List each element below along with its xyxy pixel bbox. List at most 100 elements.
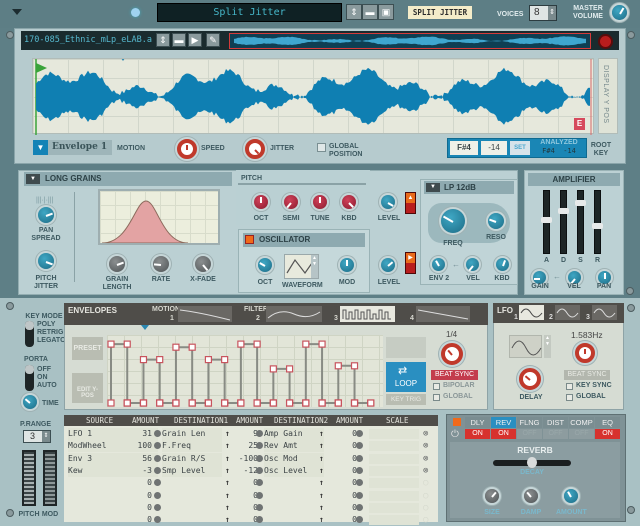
pitch-level-knob[interactable]	[381, 195, 395, 209]
envelope-node[interactable]	[188, 343, 196, 351]
x-fade-knob[interactable]	[195, 256, 211, 272]
amp-s-slider[interactable]	[575, 190, 586, 254]
scale-arrow-icon[interactable]: ↑	[319, 477, 324, 489]
envelope-node[interactable]	[237, 340, 245, 348]
amount-knob-icon[interactable]	[356, 503, 363, 511]
amount-knob-icon[interactable]	[154, 442, 161, 450]
sample-filename[interactable]: 170-085_Ethnic_mLp_eLAB.a	[24, 33, 154, 48]
amount-knob-icon[interactable]	[256, 479, 263, 487]
amount-knob-icon[interactable]	[154, 516, 161, 524]
fx-tab-dly[interactable]: DLY	[465, 417, 490, 428]
amount-knob-icon[interactable]	[154, 503, 161, 511]
amount-knob-icon[interactable]	[154, 491, 161, 499]
scale-field[interactable]	[369, 441, 419, 452]
env-edit-ypos-button[interactable]: EDIT Y-POS	[72, 373, 103, 403]
voices-spinner[interactable]: 8 ⇕	[529, 5, 557, 21]
reverb-amount-knob[interactable]	[564, 489, 578, 503]
amount-knob-icon[interactable]	[256, 454, 263, 462]
scale-arrow-icon[interactable]: ↑	[319, 514, 324, 526]
envelope-node[interactable]	[172, 343, 180, 351]
destination1-field[interactable]: Grain Len	[162, 428, 222, 440]
lfo-rate-knob[interactable]	[575, 343, 595, 363]
voices-stepper-icon[interactable]: ⇕	[548, 6, 556, 20]
waveform-stepper-icon[interactable]: ▲ ▼	[311, 255, 318, 278]
amount2-field[interactable]: 0	[234, 514, 258, 526]
key-mode-switch[interactable]	[25, 321, 34, 347]
envelope-node[interactable]	[285, 365, 294, 373]
filter-kbd-knob[interactable]	[496, 258, 509, 271]
fx-eq-toggle[interactable]: ON	[595, 429, 620, 439]
key-mode-legato[interactable]: LEGATO	[37, 337, 66, 345]
envelope-node[interactable]	[188, 399, 196, 407]
scale-arrow-icon[interactable]: ↑	[319, 453, 324, 465]
waveform-display[interactable]: ▲ ▼	[284, 254, 319, 279]
envelope-node[interactable]	[367, 399, 375, 407]
amount1-field[interactable]: 0	[128, 477, 152, 489]
env-preset-lock-button[interactable]	[386, 337, 426, 358]
envelope-node[interactable]	[204, 356, 213, 364]
speed-knob[interactable]	[177, 139, 197, 159]
amount3-field[interactable]: 0	[333, 428, 357, 440]
amount1-field[interactable]: 0	[128, 490, 152, 502]
fx-tab-comp[interactable]: COMP	[569, 417, 594, 428]
oct-knob[interactable]	[254, 195, 268, 209]
save-patch-button[interactable]: ▣	[378, 4, 394, 20]
amount-knob-icon[interactable]	[356, 491, 363, 499]
amount2-field[interactable]: 9	[234, 428, 258, 440]
clear-row-icon[interactable]: ⊗	[423, 453, 428, 465]
grain-length-knob[interactable]	[109, 256, 125, 272]
amount-knob-icon[interactable]	[356, 454, 363, 462]
slider-thumb[interactable]	[558, 208, 569, 215]
fx-tab-dist[interactable]: DIST	[543, 417, 568, 428]
envelope-node[interactable]	[172, 399, 180, 407]
scale-arrow-icon[interactable]: ↑	[225, 502, 230, 514]
pitch-range-stepper-icon[interactable]: ⇕	[42, 431, 50, 442]
amp-r-slider[interactable]	[592, 190, 603, 254]
lfo-key-sync-checkbox[interactable]	[566, 383, 573, 390]
freq-knob[interactable]	[441, 209, 465, 233]
scale-arrow-icon[interactable]: ↑	[319, 440, 324, 452]
amount3-field[interactable]: 0	[333, 440, 357, 452]
amount-knob-icon[interactable]	[356, 466, 363, 474]
browse-patch-button[interactable]: ▬	[362, 4, 378, 20]
scale-arrow-icon[interactable]: ↑	[225, 428, 230, 440]
kbd-knob[interactable]	[342, 195, 356, 209]
env-rate-knob[interactable]	[441, 343, 463, 365]
envelope-node[interactable]	[253, 399, 261, 407]
lfo-global-checkbox[interactable]	[566, 394, 573, 401]
amount3-field[interactable]: 0	[333, 465, 357, 477]
amount-knob-icon[interactable]	[256, 442, 263, 450]
envelope-node[interactable]	[221, 399, 229, 407]
destination1-field[interactable]: F.Freq	[162, 440, 222, 453]
destination2-field[interactable]: Osc Level	[264, 464, 324, 477]
jitter-knob[interactable]	[245, 139, 265, 159]
envelope-node[interactable]	[302, 399, 310, 407]
amount-knob-icon[interactable]	[154, 454, 161, 462]
scale-arrow-icon[interactable]: ↑	[225, 440, 230, 452]
envelope-node[interactable]	[318, 399, 326, 407]
envelope-node[interactable]	[139, 399, 148, 407]
end-marker[interactable]: E	[574, 118, 585, 130]
fx-tab-rev[interactable]: REV	[491, 417, 516, 428]
scale-field[interactable]	[369, 502, 419, 513]
destination1-field[interactable]: Smp Level	[162, 464, 222, 477]
fx-tab-eq[interactable]: EQ	[595, 417, 620, 428]
envelope-node[interactable]	[123, 340, 131, 348]
scale-arrow-icon[interactable]: ↑	[319, 428, 324, 440]
amount2-field[interactable]: 0	[234, 477, 258, 489]
amount-knob-icon[interactable]	[256, 430, 263, 437]
waveform-overview[interactable]	[228, 32, 592, 50]
env-global-checkbox[interactable]	[433, 394, 440, 401]
amount-knob-icon[interactable]	[256, 503, 263, 511]
amount2-field[interactable]: -12	[234, 465, 258, 477]
envelope-node[interactable]	[139, 356, 148, 364]
record-button[interactable]	[598, 34, 613, 49]
amount2-field[interactable]: 25	[234, 440, 258, 452]
amount1-field[interactable]: 0	[128, 514, 152, 526]
clear-row-icon[interactable]: ⊗	[423, 428, 428, 440]
osc-mod-knob[interactable]	[340, 258, 354, 272]
porta-on[interactable]: ON	[37, 374, 48, 382]
clear-row-icon[interactable]: ⊗	[423, 440, 428, 452]
amount3-field[interactable]: 0	[333, 514, 357, 526]
osc-oct-knob[interactable]	[258, 258, 272, 272]
